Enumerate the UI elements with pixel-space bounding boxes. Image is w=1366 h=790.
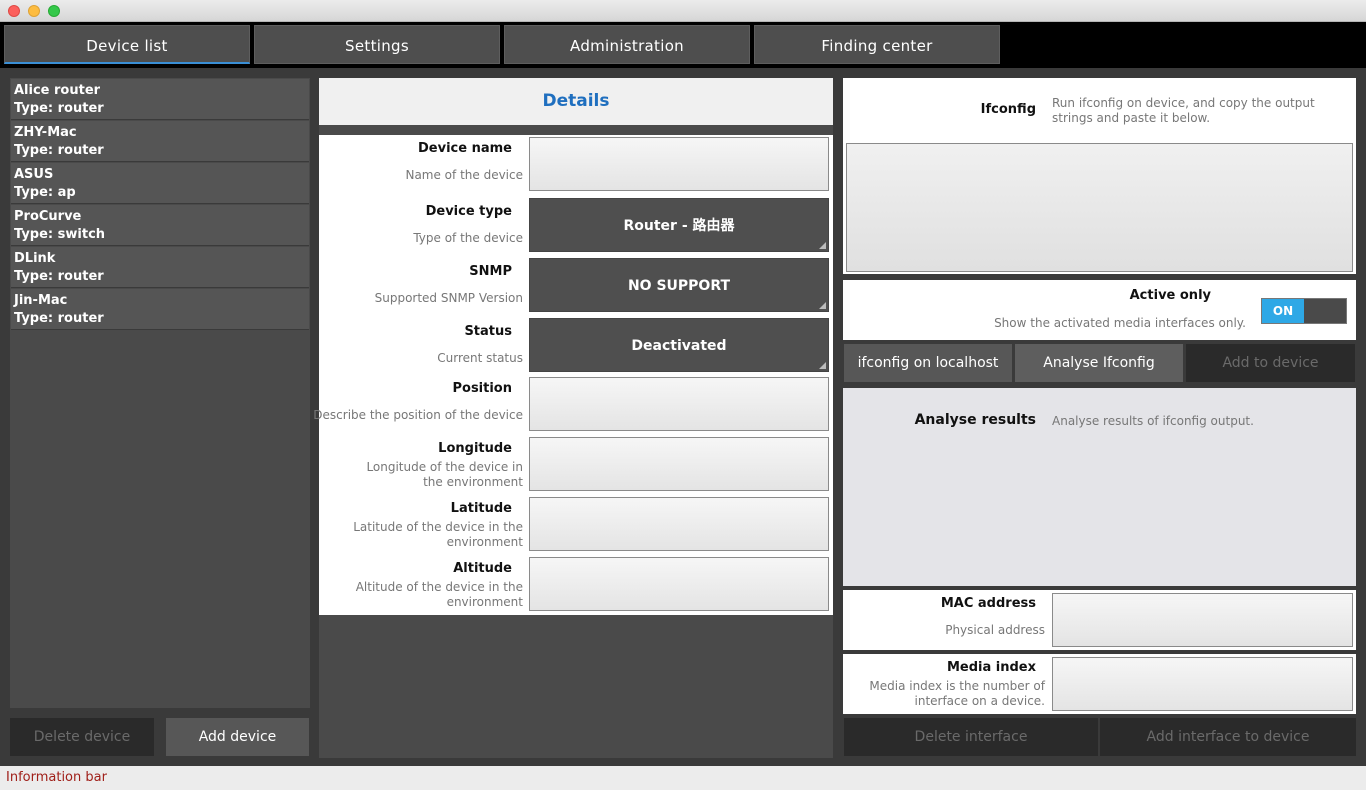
device-list-item[interactable]: DLink Type: router: [11, 247, 309, 288]
toggle-on-label: ON: [1262, 299, 1304, 323]
interface-panel: Ifconfig Run ifconfig on device, and cop…: [843, 78, 1357, 758]
field-label: Device name: [418, 141, 512, 156]
main-area: Alice router Type: router ZHY-Mac Type: …: [0, 68, 1366, 766]
device-name: ZHY-Mac: [14, 125, 77, 140]
field-description: Altitude of the device in the environmen…: [355, 580, 523, 609]
device-name: ASUS: [14, 167, 54, 182]
ifconfig-label: Ifconfig: [980, 102, 1036, 117]
tab-finding-center[interactable]: Finding center: [754, 25, 1000, 64]
add-device-button[interactable]: Add device: [166, 718, 309, 756]
device-type-select[interactable]: Router - 路由器: [529, 198, 829, 252]
device-list-item[interactable]: Alice router Type: router: [11, 79, 309, 120]
media-index-input[interactable]: [1052, 657, 1353, 711]
field-label: Device type: [425, 204, 512, 219]
device-list-item[interactable]: Jin-Mac Type: router: [11, 289, 309, 330]
active-only-description: Show the activated media interfaces only…: [994, 316, 1246, 330]
field-label: Status: [464, 324, 512, 339]
mac-address-label: MAC address: [940, 596, 1036, 611]
add-to-device-button[interactable]: Add to device: [1186, 344, 1355, 382]
device-type: Type: router: [14, 311, 104, 326]
add-interface-button[interactable]: Add interface to device: [1100, 718, 1356, 756]
field-description: Longitude of the device in the environme…: [366, 460, 523, 489]
device-list-item[interactable]: ZHY-Mac Type: router: [11, 121, 309, 162]
longitude-input[interactable]: [529, 437, 829, 491]
tab-settings[interactable]: Settings: [254, 25, 500, 64]
minimize-window-icon[interactable]: [28, 5, 40, 17]
latitude-input[interactable]: [529, 497, 829, 551]
field-label: Position: [452, 381, 512, 396]
close-window-icon[interactable]: [8, 5, 20, 17]
details-panel: Details Device name Name of the device D…: [313, 78, 833, 758]
active-only-label: Active only: [1129, 288, 1211, 303]
position-input[interactable]: [529, 377, 829, 431]
details-title: Details: [319, 78, 833, 125]
device-list-item[interactable]: ProCurve Type: switch: [11, 205, 309, 246]
analyse-ifconfig-button[interactable]: Analyse Ifconfig: [1015, 344, 1183, 382]
ifconfig-textarea[interactable]: [846, 143, 1353, 272]
field-label: Altitude: [453, 561, 512, 576]
analyse-results-section: Analyse results Analyse results of ifcon…: [843, 388, 1356, 586]
status-select[interactable]: Deactivated: [529, 318, 829, 372]
delete-device-button[interactable]: Delete device: [10, 718, 154, 756]
media-index-description: Media index is the number of interface o…: [869, 679, 1045, 708]
media-index-label: Media index: [946, 660, 1036, 675]
field-description: Describe the position of the device: [313, 408, 523, 422]
tab-device-list[interactable]: Device list: [4, 25, 250, 64]
device-list: Alice router Type: router ZHY-Mac Type: …: [10, 78, 310, 708]
device-type: Type: router: [14, 143, 104, 158]
active-only-toggle[interactable]: ON: [1261, 298, 1347, 324]
device-name: Alice router: [14, 83, 101, 98]
device-name: Jin-Mac: [14, 293, 68, 308]
device-type: Type: router: [14, 101, 104, 116]
ifconfig-description: Run ifconfig on device, and copy the out…: [1052, 96, 1315, 125]
media-index-section: Media index Media index is the number of…: [843, 654, 1356, 714]
tab-bar: Device list Settings Administration Find…: [0, 22, 1366, 68]
field-label: Latitude: [450, 501, 512, 516]
tab-administration[interactable]: Administration: [504, 25, 750, 64]
device-name-input[interactable]: [529, 137, 829, 191]
window-titlebar: [0, 0, 1366, 22]
field-description: Name of the device: [405, 168, 523, 182]
field-description: Current status: [437, 351, 523, 365]
mac-address-description: Physical address: [945, 623, 1045, 637]
mac-address-input[interactable]: [1052, 593, 1353, 647]
details-form: Device name Name of the device Device ty…: [313, 135, 833, 615]
field-description: Type of the device: [413, 231, 523, 245]
mac-address-section: MAC address Physical address: [843, 590, 1356, 650]
active-only-section: Active only Show the activated media int…: [843, 280, 1356, 340]
device-type: Type: router: [14, 269, 104, 284]
information-bar: Information bar: [0, 766, 1366, 790]
analyse-results-description: Analyse results of ifconfig output.: [1052, 414, 1254, 428]
device-type: Type: switch: [14, 227, 106, 242]
delete-interface-button[interactable]: Delete interface: [844, 718, 1098, 756]
ifconfig-localhost-button[interactable]: ifconfig on localhost: [844, 344, 1012, 382]
device-name: DLink: [14, 251, 56, 266]
field-description: Supported SNMP Version: [374, 291, 523, 305]
device-type: Type: ap: [14, 185, 76, 200]
snmp-select[interactable]: NO SUPPORT: [529, 258, 829, 312]
field-label: Longitude: [438, 441, 512, 456]
field-label: SNMP: [469, 264, 512, 279]
ifconfig-section: Ifconfig Run ifconfig on device, and cop…: [843, 78, 1356, 274]
analyse-results-label: Analyse results: [914, 412, 1036, 428]
zoom-window-icon[interactable]: [48, 5, 60, 17]
device-name: ProCurve: [14, 209, 82, 224]
device-list-item[interactable]: ASUS Type: ap: [11, 163, 309, 204]
altitude-input[interactable]: [529, 557, 829, 611]
field-description: Latitude of the device in the environmen…: [353, 520, 523, 549]
